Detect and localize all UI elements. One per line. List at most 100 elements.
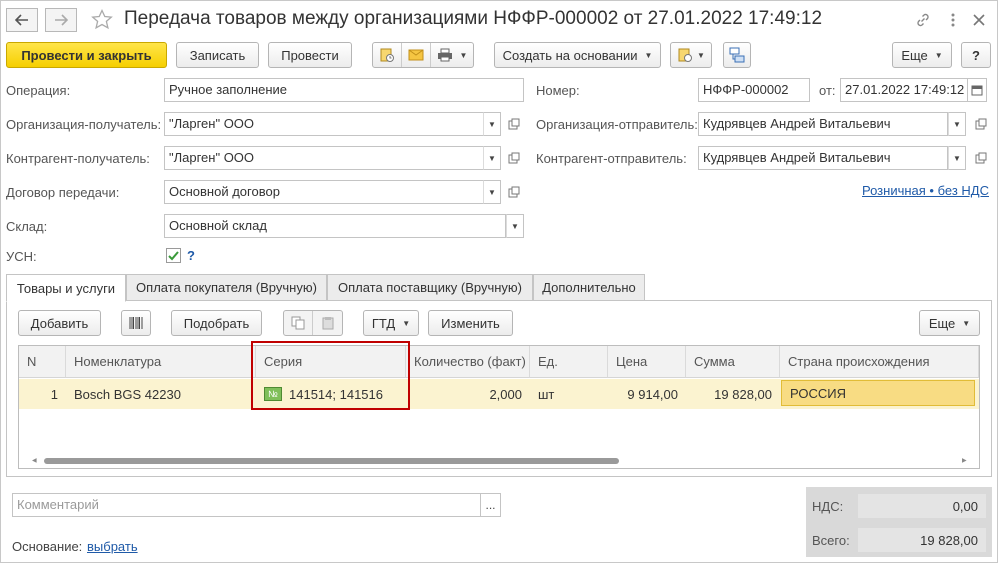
contr-recipient-field[interactable]: "Ларген" ООО xyxy=(164,146,484,170)
open-icon[interactable] xyxy=(505,180,523,204)
warehouse-label: Склад: xyxy=(6,219,48,234)
total-label: Всего: xyxy=(812,533,850,548)
column-header-n[interactable]: N xyxy=(19,346,66,378)
contr-sender-label: Контрагент-отправитель: xyxy=(536,151,687,166)
chevron-down-icon[interactable]: ▼ xyxy=(506,214,524,238)
operation-field[interactable]: Ручное заполнение xyxy=(164,78,524,102)
contr-sender-field[interactable]: Кудрявцев Андрей Витальевич xyxy=(698,146,948,170)
create-based-on-button[interactable]: Создать на основании ▼ xyxy=(494,42,661,68)
org-recipient-label: Организация-получатель: xyxy=(6,117,162,132)
column-header-country[interactable]: Страна происхождения xyxy=(780,346,979,378)
cell-country[interactable]: РОССИЯ xyxy=(781,380,975,406)
tab-additional[interactable]: Дополнительно xyxy=(533,274,645,301)
goods-table: N Номенклатура Серия Количество (факт) Е… xyxy=(18,345,980,469)
contr-recipient-label: Контрагент-получатель: xyxy=(6,151,150,166)
cell-unit[interactable]: шт xyxy=(530,379,608,409)
barcode-icon xyxy=(129,317,143,329)
date-field[interactable]: 27.01.2022 17:49:12 xyxy=(840,78,968,102)
horizontal-scrollbar[interactable]: ◀ ▶ xyxy=(32,456,967,466)
table-more-label: Еще xyxy=(928,315,956,331)
tab-supplier-payment[interactable]: Оплата поставщику (Вручную) xyxy=(327,274,533,301)
date-label: от: xyxy=(819,83,836,98)
chevron-down-icon: ▼ xyxy=(697,50,705,60)
window-title: Передача товаров между организациями НФФ… xyxy=(124,8,823,29)
help-button[interactable]: ? xyxy=(961,42,991,68)
gtd-button[interactable]: ГТД ▼ xyxy=(363,310,419,336)
chevron-down-icon: ▼ xyxy=(962,318,971,328)
column-header-sum[interactable]: Сумма xyxy=(686,346,780,378)
table-more-button[interactable]: Еще ▼ xyxy=(919,310,980,336)
chevron-down-icon[interactable]: ▼ xyxy=(483,146,501,170)
menu-kebab-icon[interactable] xyxy=(943,10,963,30)
calendar-button[interactable] xyxy=(967,78,987,102)
contract-field[interactable]: Основной договор xyxy=(164,180,484,204)
usn-checkbox[interactable] xyxy=(166,248,181,263)
chevron-down-icon[interactable]: ▼ xyxy=(483,112,501,136)
document-journal-icon[interactable] xyxy=(373,43,402,67)
close-icon[interactable] xyxy=(969,10,989,30)
chevron-down-icon[interactable]: ▼ xyxy=(948,112,966,136)
total-value: 19 828,00 xyxy=(858,528,986,552)
org-sender-field[interactable]: Кудрявцев Андрей Витальевич xyxy=(698,112,948,136)
add-button[interactable]: Добавить xyxy=(18,310,101,336)
arrow-left-icon xyxy=(15,14,28,26)
open-icon[interactable] xyxy=(505,146,523,170)
print-icon[interactable]: ▼ xyxy=(431,43,473,67)
number-field[interactable]: НФФР-000002 xyxy=(698,78,810,102)
back-button[interactable] xyxy=(6,8,38,32)
copy-icon[interactable] xyxy=(284,311,313,335)
calendar-icon xyxy=(971,85,983,96)
tab-buyer-payment[interactable]: Оплата покупателя (Вручную) xyxy=(126,274,327,301)
scrollbar-thumb[interactable] xyxy=(44,458,619,464)
link-icon[interactable] xyxy=(913,10,933,30)
comment-input[interactable]: Комментарий xyxy=(12,493,481,517)
open-icon[interactable] xyxy=(972,112,990,136)
email-icon[interactable] xyxy=(402,43,431,67)
favorite-star-icon[interactable] xyxy=(90,8,114,32)
post-and-close-button[interactable]: Провести и закрыть xyxy=(6,42,167,68)
scroll-right-icon[interactable]: ▶ xyxy=(962,458,967,464)
paste-icon[interactable] xyxy=(313,311,342,335)
chevron-down-icon[interactable]: ▼ xyxy=(948,146,966,170)
column-header-item[interactable]: Номенклатура xyxy=(66,346,256,378)
scroll-left-icon[interactable]: ◀ xyxy=(32,458,37,464)
open-icon[interactable] xyxy=(505,112,523,136)
vat-value: 0,00 xyxy=(858,494,986,518)
chevron-down-icon[interactable]: ▼ xyxy=(483,180,501,204)
cell-qty[interactable]: 2,000 xyxy=(406,379,530,409)
basis-label: Основание: xyxy=(12,539,83,554)
org-recipient-field[interactable]: "Ларген" ООО xyxy=(164,112,484,136)
usn-help-link[interactable]: ? xyxy=(187,248,195,263)
column-header-price[interactable]: Цена xyxy=(608,346,686,378)
forward-button[interactable] xyxy=(45,8,77,32)
cell-item[interactable]: Bosch BGS 42230 xyxy=(66,379,256,409)
cell-sum[interactable]: 19 828,00 xyxy=(686,379,780,409)
post-button[interactable]: Провести xyxy=(268,42,352,68)
journal-dropdown-button[interactable]: ▼ xyxy=(670,42,712,68)
chevron-down-icon: ▼ xyxy=(934,50,943,60)
structure-button[interactable] xyxy=(723,42,751,68)
column-header-unit[interactable]: Ед. xyxy=(530,346,608,378)
basis-select-link[interactable]: выбрать xyxy=(87,539,138,554)
barcode-button[interactable] xyxy=(121,310,151,336)
arrow-right-icon xyxy=(55,14,68,26)
open-icon[interactable] xyxy=(972,146,990,170)
totals-panel: НДС: 0,00 Всего: 19 828,00 xyxy=(806,487,992,557)
copy-paste-group xyxy=(283,310,343,336)
price-type-link[interactable]: Розничная • без НДС xyxy=(862,183,989,198)
cell-price[interactable]: 9 914,00 xyxy=(608,379,686,409)
org-sender-label: Организация-отправитель: xyxy=(536,117,698,132)
change-button[interactable]: Изменить xyxy=(428,310,513,336)
warehouse-field[interactable]: Основной склад xyxy=(164,214,506,238)
column-header-qty[interactable]: Количество (факт) xyxy=(406,346,530,378)
more-button[interactable]: Еще ▼ xyxy=(892,42,952,68)
highlight-frame xyxy=(251,341,410,410)
create-based-on-label: Создать на основании xyxy=(502,47,638,63)
chevron-down-icon: ▼ xyxy=(459,50,468,60)
pick-button[interactable]: Подобрать xyxy=(171,310,262,336)
usn-label: УСН: xyxy=(6,249,37,264)
tab-goods-services[interactable]: Товары и услуги xyxy=(6,274,126,302)
comment-select-button[interactable]: ... xyxy=(480,493,501,517)
write-button[interactable]: Записать xyxy=(176,42,259,68)
operation-label: Операция: xyxy=(6,83,71,98)
